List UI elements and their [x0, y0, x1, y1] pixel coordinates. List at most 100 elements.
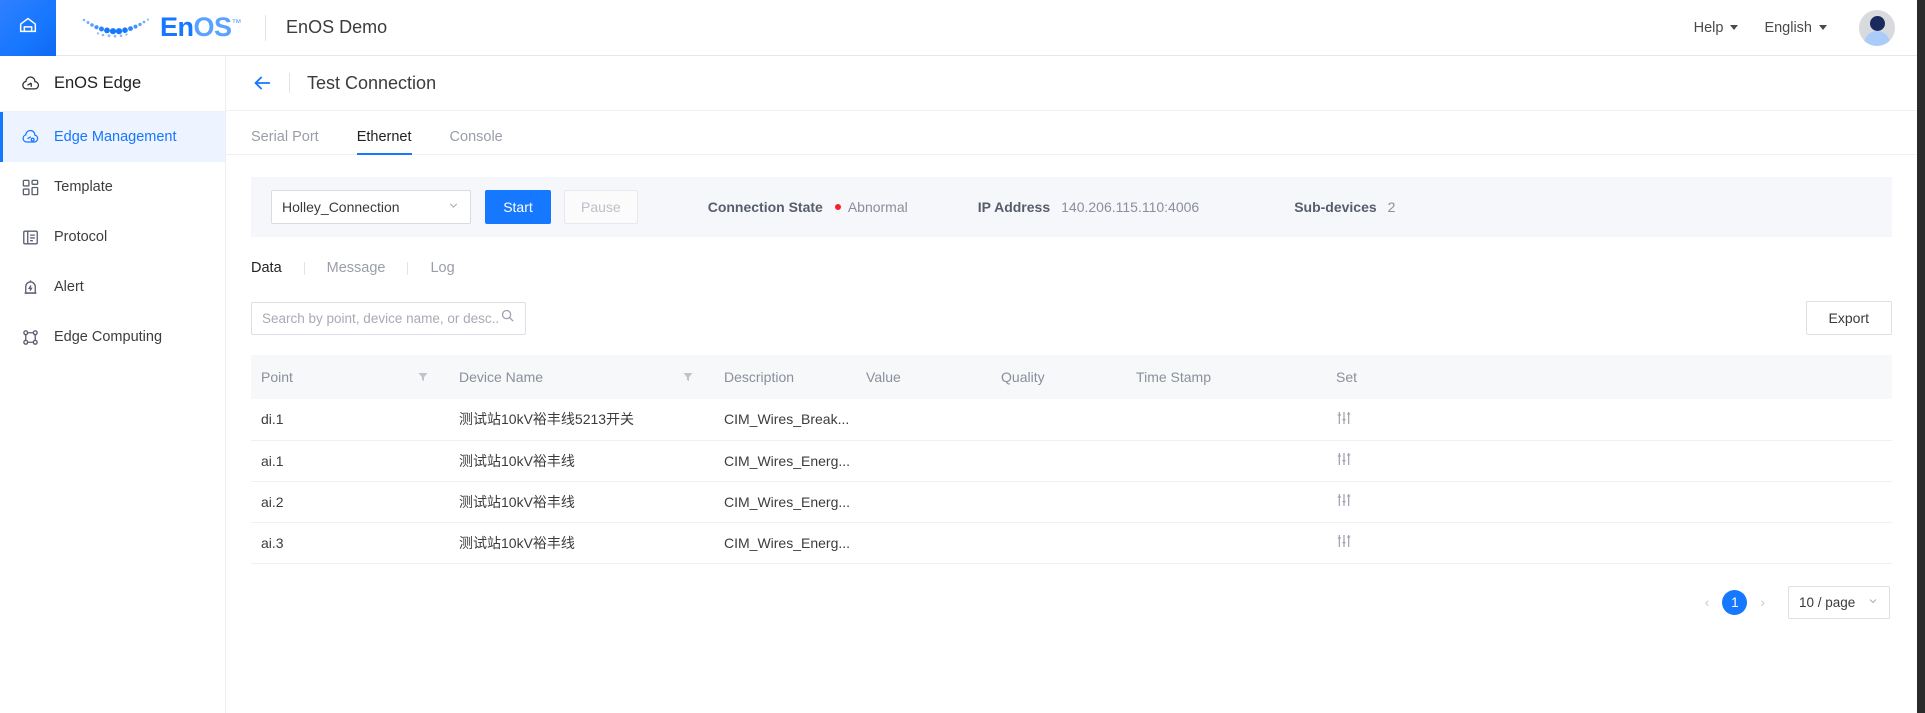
sidebar-item-protocol[interactable]: Protocol	[0, 212, 225, 262]
sidebar-item-label: Edge Computing	[54, 329, 163, 345]
sliders-icon[interactable]	[1336, 451, 1352, 467]
cell-set[interactable]	[1328, 481, 1892, 523]
sliders-icon[interactable]	[1336, 533, 1352, 549]
status-dot-icon	[834, 204, 841, 210]
search-icon[interactable]	[500, 308, 515, 328]
connection-panel: Holley_Connection Start Pause Connection…	[251, 177, 1892, 237]
page-title: Test Connection	[307, 72, 437, 93]
column-label: Device Name	[459, 369, 544, 385]
home-button[interactable]	[0, 0, 56, 56]
cell-value	[858, 522, 994, 564]
start-button[interactable]: Start	[485, 190, 551, 224]
cell-point: ai.2	[251, 481, 451, 523]
cell-set[interactable]	[1328, 522, 1892, 564]
sub-tab-bar: Data Message Log	[251, 257, 1892, 279]
table-toolbar: Export	[251, 301, 1892, 335]
ip-address-label: IP Address	[977, 199, 1051, 215]
column-header-description: Description	[716, 355, 859, 399]
column-header-value: Value	[858, 355, 994, 399]
sidebar-item-edge-computing[interactable]: Edge Computing	[0, 312, 225, 362]
sidebar-item-alert[interactable]: Alert	[0, 262, 225, 312]
sidebar-item-label: Protocol	[54, 229, 108, 245]
column-header-time-stamp: Time Stamp	[1128, 355, 1329, 399]
cell-time-stamp	[1128, 522, 1329, 564]
sliders-icon[interactable]	[1336, 410, 1352, 426]
sidebar-header-label: EnOS Edge	[54, 74, 142, 92]
column-header-point[interactable]: Point	[251, 355, 451, 399]
brand-divider	[265, 14, 267, 41]
sidebar-item-label: Template	[54, 179, 113, 195]
avatar-body	[1864, 30, 1890, 46]
pagination: ‹ 1 › 10 / page	[251, 585, 1892, 619]
page-size-select[interactable]: 10 / page	[1788, 585, 1890, 619]
connection-select[interactable]: Holley_Connection	[271, 190, 471, 224]
top-bar-right: Help English	[1694, 9, 1917, 46]
sub-tab-data[interactable]: Data	[251, 260, 282, 276]
column-header-device-name[interactable]: Device Name	[451, 355, 716, 399]
chevron-right-icon[interactable]: ›	[1756, 595, 1769, 609]
sub-tab-divider	[303, 261, 305, 275]
sub-devices-label: Sub-devices	[1294, 199, 1377, 215]
pause-button: Pause	[564, 190, 638, 224]
cell-device-name: 测试站10kV裕丰线	[451, 481, 716, 523]
tab-ethernet[interactable]: Ethernet	[356, 129, 412, 155]
column-header-quality: Quality	[993, 355, 1129, 399]
chevron-down-icon	[1819, 25, 1827, 30]
table-row[interactable]: ai.2 测试站10kV裕丰线 CIM_Wires_Energ...	[251, 481, 1892, 523]
filter-icon[interactable]	[682, 371, 708, 383]
cell-quality	[993, 481, 1129, 523]
sub-tab-log[interactable]: Log	[430, 260, 454, 276]
search-input[interactable]	[262, 310, 500, 326]
top-bar: EnOS™ EnOS Demo Help English	[0, 0, 1917, 56]
search-box[interactable]	[251, 301, 526, 335]
chevron-left-icon[interactable]: ‹	[1701, 595, 1714, 609]
cell-time-stamp	[1128, 399, 1329, 441]
tab-console[interactable]: Console	[450, 129, 503, 155]
tab-serial-port[interactable]: Serial Port	[251, 129, 319, 155]
connection-state-label: Connection State	[707, 199, 823, 215]
data-table: Point Device Name Description Value Qual…	[251, 355, 1892, 564]
cell-point: di.1	[251, 399, 451, 441]
enos-swoosh-logo-icon	[78, 13, 156, 43]
app-root: EnOS™ EnOS Demo Help English EnOS Edge E…	[0, 0, 1925, 713]
page-number-1[interactable]: 1	[1722, 589, 1748, 615]
cell-set[interactable]	[1328, 399, 1892, 441]
window-right-edge	[1917, 0, 1925, 713]
cell-value	[858, 440, 994, 482]
cell-time-stamp	[1128, 481, 1329, 523]
column-label: Point	[261, 369, 293, 385]
table-row[interactable]: ai.3 测试站10kV裕丰线 CIM_Wires_Energ...	[251, 522, 1892, 564]
cell-set[interactable]	[1328, 440, 1892, 482]
edge-cloud-icon	[20, 127, 40, 147]
cell-description: CIM_Wires_Break...	[716, 399, 859, 441]
brand-wordmark: EnOS™	[160, 12, 242, 42]
sidebar-item-edge-management[interactable]: Edge Management	[0, 112, 225, 162]
export-button[interactable]: Export	[1805, 301, 1892, 335]
back-arrow-icon[interactable]	[251, 72, 273, 94]
brand-en: En	[160, 12, 194, 42]
sidebar-item-template[interactable]: Template	[0, 162, 225, 212]
protocol-list-icon	[20, 227, 40, 247]
sliders-icon[interactable]	[1336, 492, 1352, 508]
cell-device-name: 测试站10kV裕丰线	[451, 522, 716, 564]
chevron-down-icon	[1867, 595, 1879, 610]
chevron-down-icon	[1730, 25, 1739, 30]
chevron-down-icon	[447, 199, 460, 215]
language-menu[interactable]: English	[1764, 20, 1827, 36]
table-row[interactable]: di.1 测试站10kV裕丰线5213开关 CIM_Wires_Break...	[251, 399, 1892, 441]
sub-devices-value: 2	[1387, 199, 1396, 215]
brand-tm: ™	[231, 18, 242, 29]
language-label: English	[1764, 19, 1812, 36]
avatar-head	[1869, 15, 1885, 31]
connection-state-value: Abnormal	[847, 199, 908, 215]
sub-tab-message[interactable]: Message	[327, 260, 386, 276]
cell-description: CIM_Wires_Energ...	[716, 440, 859, 482]
help-menu[interactable]: Help	[1694, 20, 1739, 36]
table-row[interactable]: ai.1 测试站10kV裕丰线 CIM_Wires_Energ...	[251, 440, 1892, 482]
column-header-set: Set	[1328, 355, 1892, 399]
page-header-divider	[289, 73, 290, 93]
cell-device-name: 测试站10kV裕丰线	[451, 440, 716, 482]
avatar[interactable]	[1859, 9, 1895, 46]
filter-icon[interactable]	[417, 371, 443, 383]
template-grid-icon	[20, 177, 40, 197]
